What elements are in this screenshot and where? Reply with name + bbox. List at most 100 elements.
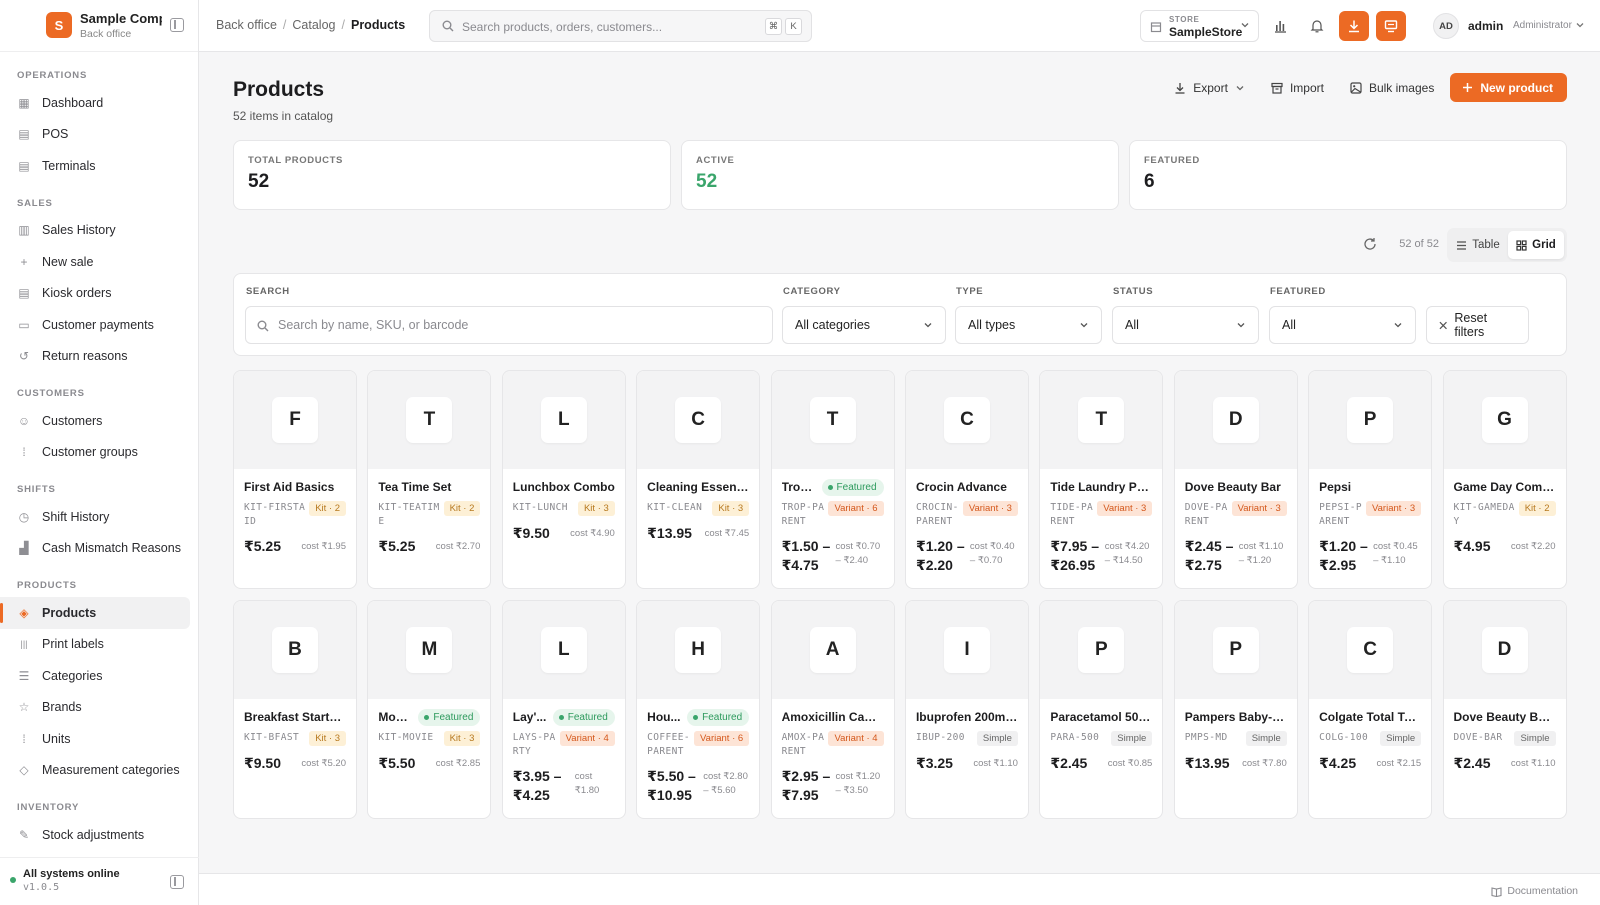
analytics-button[interactable] bbox=[1265, 11, 1295, 41]
sidebar-item-measurement-categories[interactable]: ◇ Measurement categories bbox=[0, 755, 190, 787]
product-price: ₹1.50 – ₹4.75 bbox=[781, 538, 831, 573]
product-card[interactable]: P Pepsi PEPSI-PARENT Variant · 3 ₹1.20 –… bbox=[1308, 370, 1433, 589]
chevron-down-icon bbox=[1080, 323, 1088, 328]
filter-search[interactable] bbox=[245, 306, 773, 344]
version-text: v1.0.5 bbox=[23, 882, 60, 893]
product-price: ₹5.25 bbox=[244, 538, 281, 554]
stat-value: 52 bbox=[248, 171, 270, 192]
monitor-icon bbox=[1384, 20, 1398, 33]
user-name: admin bbox=[1468, 19, 1504, 33]
product-type-badge: Kit · 3 bbox=[443, 731, 481, 746]
chevron-down-icon bbox=[1394, 323, 1402, 328]
sidebar-item-shift-history[interactable]: ◷ Shift History bbox=[0, 501, 190, 533]
sidebar-item-sales-history[interactable]: ▥ Sales History bbox=[0, 215, 190, 247]
product-type-badge: Variant · 4 bbox=[559, 731, 615, 746]
sidebar-item-customer-payments[interactable]: ▭ Customer payments bbox=[0, 309, 190, 341]
export-button[interactable]: Export bbox=[1164, 73, 1255, 102]
product-price: ₹2.45 bbox=[1050, 755, 1088, 771]
product-thumbnail: H bbox=[637, 601, 760, 699]
crumb-back-office[interactable]: Back office bbox=[216, 18, 277, 32]
product-card[interactable]: G Game Day Combo KIT-GAMEDAY Kit · 2 ₹4.… bbox=[1442, 370, 1567, 589]
product-initial: F bbox=[272, 397, 318, 443]
kbd-cmd: ⌘ bbox=[765, 18, 782, 35]
product-card[interactable]: B Breakfast Starter ... KIT-BFAST Kit · … bbox=[233, 600, 357, 819]
product-price: ₹4.25 bbox=[1319, 755, 1357, 771]
product-cost: cost ₹5.20 bbox=[301, 758, 346, 769]
product-card[interactable]: T Tea Time Set KIT-TEATIME Kit · 2 ₹5.25… bbox=[367, 370, 492, 589]
nav-section-heading: Products bbox=[17, 580, 77, 591]
sidebar-item-label: Return reasons bbox=[42, 349, 128, 364]
sidebar-item-terminals[interactable]: ▤ Terminals bbox=[0, 150, 190, 182]
panel-toggle-icon[interactable] bbox=[170, 875, 184, 889]
filter-search-input[interactable] bbox=[278, 318, 760, 332]
global-search-input[interactable] bbox=[462, 17, 742, 37]
crumb-catalog[interactable]: Catalog bbox=[292, 18, 335, 32]
product-card[interactable]: T Tide Laundry Pow... TIDE-PARENT Varian… bbox=[1039, 370, 1164, 589]
product-card[interactable]: L Lay'... Featured LAYS-PARTY Variant · … bbox=[501, 600, 626, 819]
product-card[interactable]: D Dove Beauty Bar ... DOVE-BAR Simple ₹2… bbox=[1442, 600, 1567, 819]
product-card[interactable]: F First Aid Basics KIT-FIRSTAID Kit · 2 … bbox=[233, 370, 357, 589]
product-card[interactable]: M Movi... Featured KIT-MOVIE Kit · 3 ₹5.… bbox=[367, 600, 492, 819]
product-thumbnail: D bbox=[1443, 601, 1566, 699]
sidebar-item-label: Products bbox=[42, 605, 97, 620]
brand[interactable]: S Sample Company Back office bbox=[0, 0, 198, 52]
product-card[interactable]: P Paracetamol 500... PARA-500 Simple ₹2.… bbox=[1039, 600, 1164, 819]
plus-icon: + bbox=[20, 254, 28, 269]
sidebar-item-brands[interactable]: ☆ Brands bbox=[0, 692, 190, 724]
product-sku: PARA-500 bbox=[1050, 732, 1100, 743]
product-card[interactable]: C Colgate Total Too... COLG-100 Simple ₹… bbox=[1308, 600, 1433, 819]
sidebar-collapse-icon[interactable] bbox=[170, 18, 184, 32]
sidebar-item-cash-mismatch-reasons[interactable]: ▟ Cash Mismatch Reasons bbox=[0, 533, 190, 565]
product-card[interactable]: T Trop... Featured TROP-PARENT Variant ·… bbox=[770, 370, 895, 589]
sidebar-item-print-labels[interactable]: ||| Print labels bbox=[0, 629, 190, 661]
product-card[interactable]: A Amoxicillin Capsu... AMOX-PARENT Varia… bbox=[770, 600, 895, 819]
global-search[interactable]: ⌘ K bbox=[429, 10, 812, 42]
filter-featured-select[interactable]: All bbox=[1269, 306, 1416, 344]
sidebar-item-return-reasons[interactable]: ↺ Return reasons bbox=[0, 341, 190, 373]
new-product-button[interactable]: New product bbox=[1450, 73, 1567, 102]
product-cost: cost ₹2.80 – ₹5.60 bbox=[703, 771, 748, 796]
reset-filters-button[interactable]: Reset filters bbox=[1426, 306, 1529, 344]
grid-icon bbox=[1516, 239, 1527, 251]
sidebar-item-dashboard[interactable]: ▦ Dashboard bbox=[0, 87, 190, 119]
product-initial: I bbox=[943, 627, 990, 673]
bulk-images-button[interactable]: Bulk images bbox=[1340, 73, 1444, 102]
banknote-icon: ▭ bbox=[18, 317, 30, 332]
refresh-icon[interactable] bbox=[1363, 237, 1377, 251]
sidebar-item-units[interactable]: ⁞ Units bbox=[0, 723, 190, 755]
filter-type-select[interactable]: All types bbox=[955, 306, 1102, 344]
view-table-button[interactable]: Table bbox=[1450, 231, 1506, 259]
product-card[interactable]: I Ibuprofen 200mg... IBUP-200 Simple ₹3.… bbox=[904, 600, 1029, 819]
sidebar-item-kiosk-orders[interactable]: ▤ Kiosk orders bbox=[0, 278, 190, 310]
sidebar-item-categories[interactable]: ☰ Categories bbox=[0, 660, 190, 692]
product-card[interactable]: P Pampers Baby-Dr... PMPS-MD Simple ₹13.… bbox=[1173, 600, 1298, 819]
package-icon: ◈ bbox=[19, 605, 29, 620]
product-type-badge: Variant · 4 bbox=[828, 731, 884, 746]
product-card[interactable]: H Hou... Featured COFFEE-PARENT Variant … bbox=[636, 600, 761, 819]
download-button[interactable] bbox=[1339, 11, 1369, 41]
documentation-link[interactable]: Documentation bbox=[1491, 885, 1578, 897]
product-card[interactable]: D Dove Beauty Bar DOVE-PARENT Variant · … bbox=[1173, 370, 1298, 589]
pos-terminal-button[interactable] bbox=[1376, 11, 1406, 41]
sidebar-item-pos[interactable]: ▤ POS bbox=[0, 119, 190, 151]
filter-featured-value: All bbox=[1282, 318, 1296, 332]
store-selector[interactable]: STORE SampleStore bbox=[1140, 10, 1259, 42]
reset-filters-label: Reset filters bbox=[1454, 311, 1488, 339]
sidebar-item-customers[interactable]: ☺ Customers bbox=[0, 405, 190, 437]
product-card[interactable]: C Crocin Advance CROCIN-PARENT Variant ·… bbox=[904, 370, 1029, 589]
sidebar-item-stock-adjustments[interactable]: ✎ Stock adjustments bbox=[0, 819, 190, 851]
product-card[interactable]: L Lunchbox Combo KIT-LUNCH Kit · 3 ₹9.50… bbox=[501, 370, 626, 589]
sidebar-item-products[interactable]: ◈ Products bbox=[0, 597, 190, 629]
filter-status-select[interactable]: All bbox=[1112, 306, 1259, 344]
import-button[interactable]: Import bbox=[1261, 73, 1334, 102]
product-thumbnail: D bbox=[1174, 371, 1297, 469]
product-sku: COLG-100 bbox=[1319, 732, 1369, 743]
view-grid-button[interactable]: Grid bbox=[1508, 231, 1564, 259]
filter-category-select[interactable]: All categories bbox=[782, 306, 946, 344]
notifications-button[interactable] bbox=[1302, 11, 1332, 41]
product-card[interactable]: C Cleaning Essentials KIT-CLEAN Kit · 3 … bbox=[636, 370, 761, 589]
sidebar-item-customer-groups[interactable]: ⁞ Customer groups bbox=[0, 437, 190, 469]
store-value: SampleStore bbox=[1169, 25, 1243, 39]
sidebar-item-new-sale[interactable]: + New sale bbox=[0, 246, 190, 278]
product-grid: F First Aid Basics KIT-FIRSTAID Kit · 2 … bbox=[233, 370, 1567, 819]
